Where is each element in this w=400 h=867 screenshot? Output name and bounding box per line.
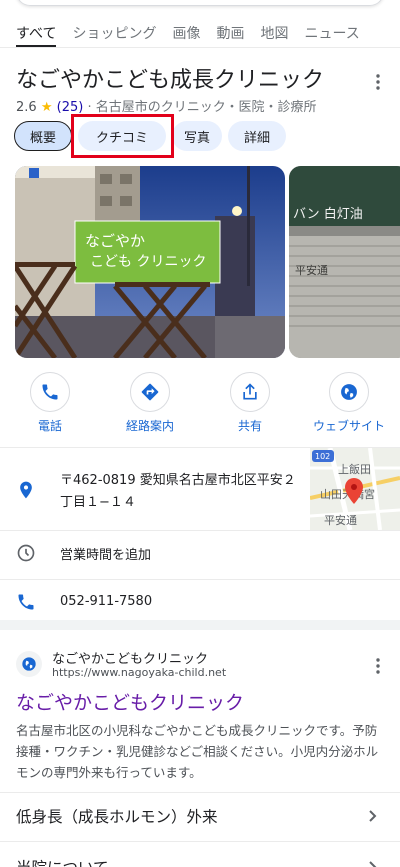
map-label-1: 上飯田 — [338, 462, 371, 476]
divider — [0, 792, 400, 793]
map-thumbnail[interactable]: 102 上飯田 山田天満宮 平安通 — [310, 448, 400, 530]
call-label: 電話 — [37, 419, 62, 433]
tab-images[interactable]: 画像 — [172, 18, 200, 47]
tab-news[interactable]: ニュース — [304, 18, 359, 47]
share-icon — [243, 383, 257, 400]
add-hours-link[interactable]: 営業時間を追加 — [60, 544, 151, 563]
tab-shopping[interactable]: ショッピング — [72, 18, 156, 47]
search-tabs: すべて ショッピング 画像 動画 地図 ニュース — [0, 18, 400, 48]
share-action[interactable]: 共有 — [205, 372, 295, 434]
sign-text-2: こども クリニック — [90, 254, 206, 270]
storefront-label: 平安通 — [295, 263, 328, 277]
tab-all[interactable]: すべて — [16, 18, 57, 47]
divider — [0, 841, 400, 842]
share-circle[interactable] — [230, 372, 270, 412]
storefront-photo-image: バン 白灯油 平安通 — [289, 166, 400, 358]
chip-photos[interactable]: 写真 — [172, 121, 222, 151]
directions-icon — [141, 383, 159, 401]
website-circle[interactable] — [329, 372, 369, 412]
tab-maps[interactable]: 地図 — [260, 18, 288, 47]
section-divider — [0, 620, 400, 630]
map-label-3: 平安通 — [324, 513, 357, 527]
search-bar-edge[interactable] — [16, 0, 384, 6]
clinic-photo-image: なごやか こども クリニック — [15, 166, 285, 358]
highlight-box — [71, 114, 174, 158]
result-site-name: なごやかこどもクリニック — [52, 652, 209, 667]
location-pin-icon — [20, 481, 32, 499]
map-road-label: 102 — [315, 452, 330, 461]
tab-videos[interactable]: 動画 — [216, 18, 244, 47]
website-label: ウェブサイト — [312, 419, 385, 433]
phone-icon — [42, 384, 58, 400]
website-action[interactable]: ウェブサイト — [304, 372, 394, 434]
sitelink-growth-hormone[interactable]: 低身長（成長ホルモン）外来 — [16, 805, 218, 827]
more-vert-icon[interactable] — [368, 656, 388, 676]
chip-details[interactable]: 詳細 — [228, 121, 286, 151]
result-url: https://www.nagoyaka-child.net — [52, 666, 227, 679]
globe-icon — [341, 384, 357, 400]
result-title-link[interactable]: なごやかこどもクリニック — [16, 688, 244, 715]
chip-overview[interactable]: 概要 — [14, 121, 72, 151]
directions-label: 経路案内 — [125, 419, 174, 433]
chevron-right-icon — [369, 810, 377, 822]
directions-action[interactable]: 経路案内 — [105, 372, 195, 434]
storefront-sign: バン 白灯油 — [293, 206, 363, 222]
map-image: 102 上飯田 山田天満宮 平安通 — [310, 448, 400, 530]
phone-icon — [18, 594, 34, 610]
divider — [0, 579, 400, 580]
review-count-link[interactable]: (25) — [57, 100, 84, 115]
rating-value: 2.6 — [16, 100, 37, 115]
sitelink-about-clinic[interactable]: 当院について — [16, 856, 109, 867]
more-vert-icon[interactable] — [368, 72, 388, 92]
phone-number[interactable]: 052-911-7580 — [60, 594, 152, 609]
site-favicon — [16, 651, 42, 677]
chevron-right-icon — [369, 861, 377, 867]
sign-text-1: なごやか — [85, 232, 145, 250]
directions-circle[interactable] — [130, 372, 170, 412]
divider — [0, 530, 400, 531]
clinic-photo[interactable]: なごやか こども クリニック — [15, 166, 285, 358]
globe-icon — [22, 657, 36, 671]
call-action[interactable]: 電話 — [5, 372, 95, 434]
call-circle[interactable] — [30, 372, 70, 412]
address-text[interactable]: 〒462-0819 愛知県名古屋市北区平安２丁目１−１４ — [60, 470, 300, 514]
share-label: 共有 — [237, 419, 262, 433]
star-icon: ★ — [40, 100, 53, 115]
storefront-photo[interactable]: バン 白灯油 平安通 — [289, 166, 400, 358]
rating-line: 2.6 ★ (25) · 名古屋市のクリニック・医院・診療所 — [16, 96, 316, 115]
business-name: なごやかこども成長クリニック — [16, 68, 325, 93]
business-category: · 名古屋市のクリニック・医院・診療所 — [87, 100, 317, 115]
clock-icon — [17, 544, 35, 562]
action-row: 電話 経路案内 共有 ウェブサイト — [0, 372, 400, 434]
result-snippet: 名古屋市北区の小児科なごやかこども成長クリニックです。予防接種・ワクチン・乳児健… — [16, 723, 379, 780]
